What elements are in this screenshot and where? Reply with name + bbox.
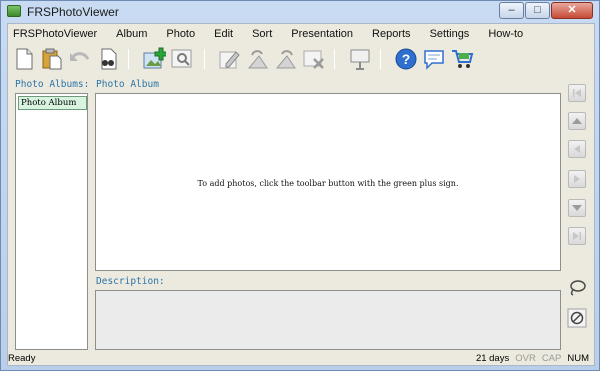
lasso-icon [570, 280, 586, 296]
description-field[interactable] [95, 290, 561, 350]
paste-icon [42, 48, 62, 70]
previous-photo-button[interactable] [568, 140, 586, 158]
rotate-right-icon [275, 50, 296, 69]
menu-photo[interactable]: Photo [162, 28, 199, 40]
no-entry-button[interactable] [567, 308, 587, 328]
description-label: Description: [96, 276, 165, 287]
last-photo-icon [573, 232, 581, 240]
svg-text:?: ? [402, 51, 411, 67]
ovr-indicator: OVR [515, 353, 536, 364]
first-photo-icon [573, 89, 581, 97]
menu-edit[interactable]: Edit [210, 28, 237, 40]
maximize-icon: □ [534, 4, 541, 16]
menu-settings[interactable]: Settings [426, 28, 474, 40]
cart-icon [452, 50, 474, 68]
photo-album-label: Photo Album [96, 79, 159, 90]
find-document-icon [101, 48, 117, 70]
client-area: FRSPhotoViewer Album Photo Edit Sort Pre… [7, 23, 595, 366]
zoom-photo-icon [171, 49, 192, 68]
close-icon: ✕ [567, 4, 577, 16]
menu-sort[interactable]: Sort [248, 28, 276, 40]
rotate-left-button[interactable] [246, 47, 270, 71]
close-button[interactable]: ✕ [551, 2, 593, 19]
menu-album[interactable]: Album [112, 28, 151, 40]
delete-photo-icon [303, 50, 324, 69]
trial-days: 21 days [475, 353, 510, 364]
minimize-icon: – [508, 4, 515, 16]
title-bar[interactable]: FRSPhotoViewer – □ ✕ [1, 1, 599, 23]
zoom-photo-button[interactable] [170, 47, 194, 71]
next-page-icon [572, 205, 582, 211]
menu-how-to[interactable]: How-to [484, 28, 527, 40]
first-photo-button[interactable] [568, 84, 586, 102]
maximize-button[interactable]: □ [525, 2, 550, 19]
new-document-icon [16, 48, 33, 70]
lasso-button[interactable] [567, 278, 587, 298]
toolbar: ? [8, 45, 594, 75]
menu-frsphotoviewer[interactable]: FRSPhotoViewer [9, 28, 101, 40]
previous-page-button[interactable] [568, 112, 586, 130]
next-photo-icon [574, 175, 580, 183]
app-icon[interactable] [7, 5, 21, 17]
rotate-left-icon [247, 50, 268, 69]
help-icon: ? [395, 48, 417, 70]
status-bar: Ready 21 days OVR CAP NUM [8, 352, 594, 366]
undo-icon [70, 52, 90, 61]
album-item[interactable]: Photo Album [18, 96, 87, 110]
menu-presentation[interactable]: Presentation [287, 28, 357, 40]
next-photo-button[interactable] [568, 170, 586, 188]
cap-indicator: CAP [541, 353, 562, 364]
undo-button[interactable] [68, 47, 92, 71]
window-title: FRSPhotoViewer [27, 5, 119, 19]
cart-button[interactable] [450, 47, 474, 71]
next-page-button[interactable] [568, 199, 586, 217]
empty-hint: To add photos, click the toolbar button … [197, 179, 459, 188]
num-indicator: NUM [567, 353, 589, 364]
help-button[interactable]: ? [394, 47, 418, 71]
comment-button[interactable] [422, 47, 446, 71]
find-button[interactable] [96, 47, 120, 71]
photo-view[interactable]: To add photos, click the toolbar button … [95, 93, 561, 271]
previous-photo-icon [574, 145, 580, 153]
previous-page-icon [572, 118, 582, 124]
presentation-button[interactable] [348, 47, 372, 71]
no-entry-icon [567, 308, 587, 328]
album-list[interactable]: Photo Album [15, 93, 88, 350]
status-text: Ready [8, 353, 36, 364]
albums-label: Photo Albums: [15, 79, 90, 90]
add-photo-icon [143, 47, 168, 69]
app-window: FRSPhotoViewer – □ ✕ FRSPhotoViewer Albu… [0, 0, 600, 371]
comment-icon [424, 50, 444, 70]
paste-button[interactable] [40, 47, 64, 71]
menu-reports[interactable]: Reports [368, 28, 415, 40]
add-photo-button[interactable] [142, 47, 168, 71]
new-button[interactable] [12, 47, 36, 71]
delete-photo-button[interactable] [302, 47, 326, 71]
menu-bar: FRSPhotoViewer Album Photo Edit Sort Pre… [8, 24, 594, 43]
minimize-button[interactable]: – [499, 2, 524, 19]
edit-button[interactable] [218, 47, 242, 71]
rotate-right-button[interactable] [274, 47, 298, 71]
last-photo-button[interactable] [568, 227, 586, 245]
edit-icon [219, 51, 240, 69]
presentation-icon [350, 49, 370, 70]
